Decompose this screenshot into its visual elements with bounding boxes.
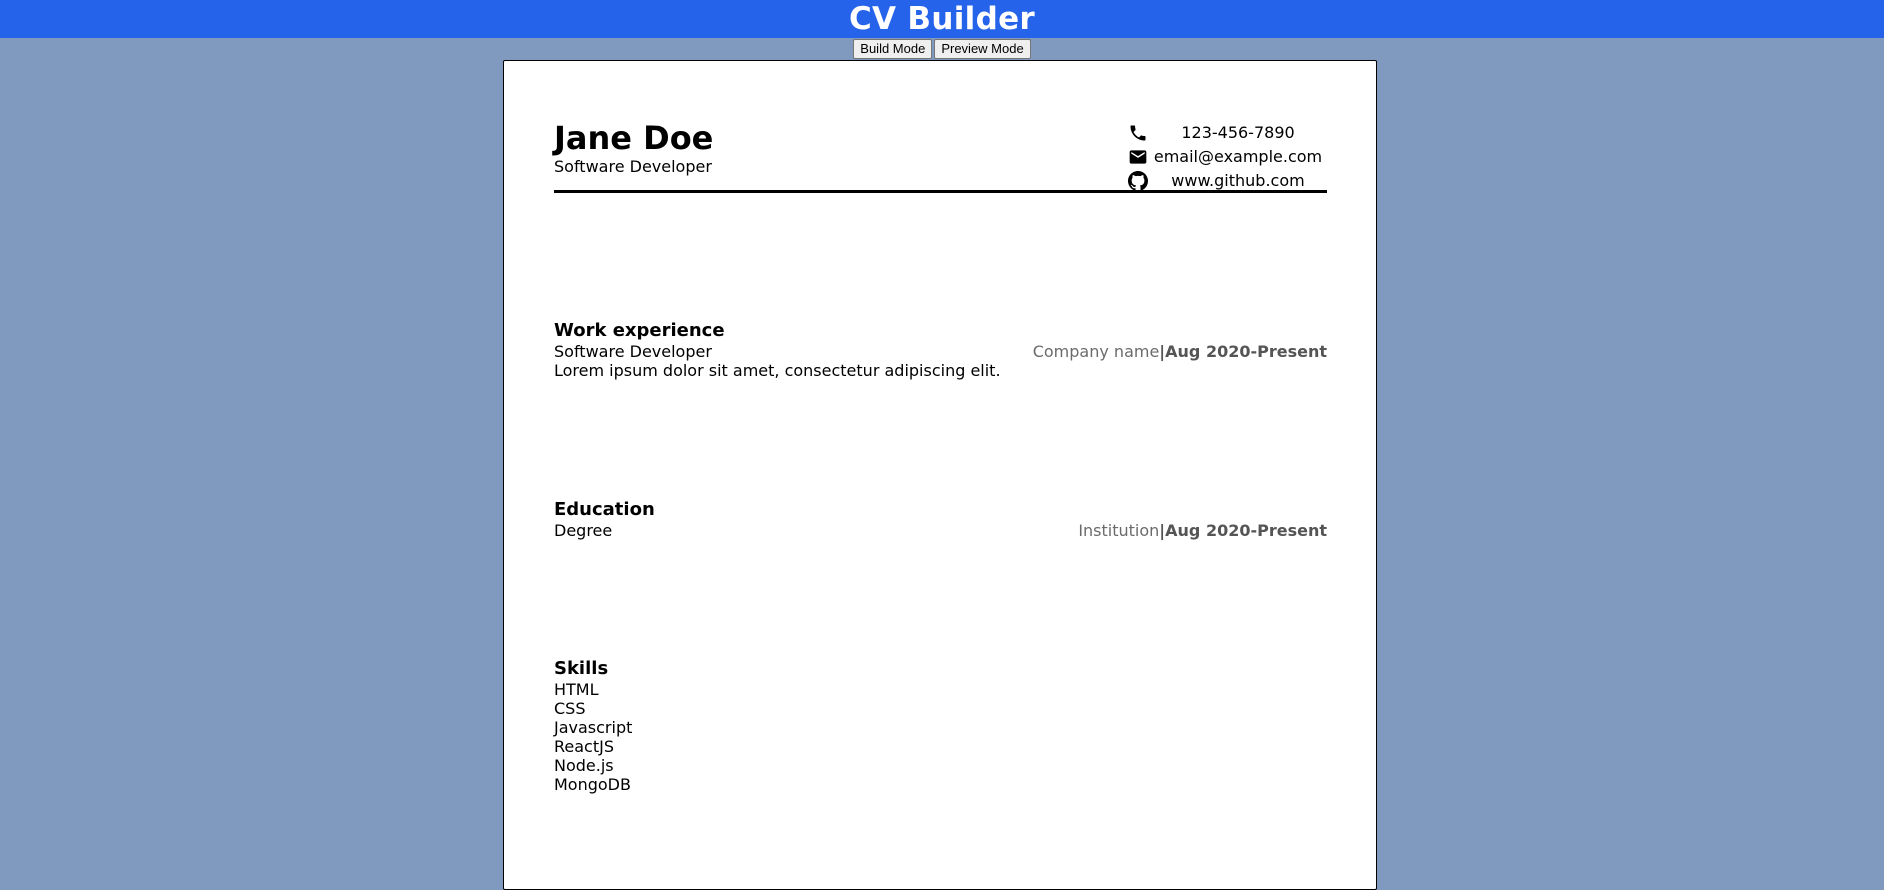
contact-block: 123-456-7890 email@example.com www.githu… [1127,121,1327,193]
cv-job-title: Software Developer [554,157,712,176]
cv-name: Jane Doe [554,119,714,157]
preview-mode-button[interactable]: Preview Mode [934,39,1031,59]
education-heading: Education [554,499,655,520]
skills-heading: Skills [554,658,609,679]
education-institution: Institution [1078,521,1160,540]
app-title: CV Builder [849,1,1035,37]
skill-item: HTML [554,680,599,699]
skill-item: ReactJS [554,737,614,756]
contact-website-text: www.github.com [1171,171,1305,190]
work-description: Lorem ipsum dolor sit amet, consectetur … [554,361,1001,380]
skill-item: CSS [554,699,586,718]
work-company: Company name [1032,342,1160,361]
skill-item: Node.js [554,756,614,775]
education-degree: Degree [554,521,613,540]
app-header: CV Builder [0,0,1884,38]
mode-toggle: Build Mode Preview Mode [0,39,1884,59]
contact-email-text: email@example.com [1153,147,1323,166]
github-icon [1127,170,1149,192]
work-heading: Work experience [554,320,725,341]
work-meta: Company name|Aug 2020-Present [1033,342,1327,361]
build-mode-button[interactable]: Build Mode [853,39,933,59]
phone-icon [1127,122,1149,144]
contact-phone: 123-456-7890 [1127,121,1327,145]
email-icon [1127,146,1149,168]
skill-item: MongoDB [554,775,631,794]
education-meta: Institution|Aug 2020-Present [1078,521,1327,540]
cv-sheet: Jane Doe Software Developer 123-456-7890… [503,60,1377,890]
work-position: Software Developer [554,342,712,361]
education-dates: Aug 2020-Present [1165,521,1327,540]
skills-list: HTML CSS Javascript ReactJS Node.js Mong… [554,680,632,794]
header-divider [554,190,1327,193]
skill-item: Javascript [554,718,633,737]
work-dates: Aug 2020-Present [1165,342,1327,361]
contact-phone-text: 123-456-7890 [1181,123,1295,142]
contact-email: email@example.com [1127,145,1327,169]
